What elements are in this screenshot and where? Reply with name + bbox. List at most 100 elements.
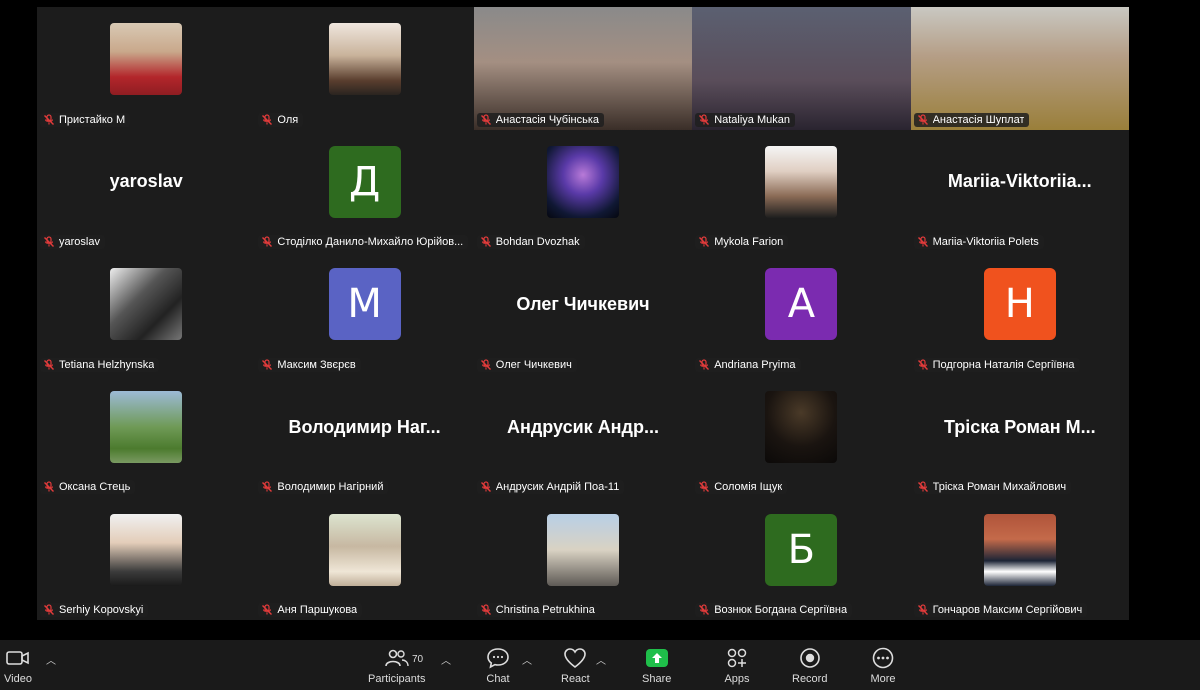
chat-options-caret-icon[interactable]: ︿	[522, 652, 532, 667]
name-label-bar: Andriana Pryima	[695, 357, 801, 372]
profile-photo	[110, 23, 183, 96]
tile-content: Б	[692, 497, 910, 602]
participant-tile[interactable]: yaroslav yaroslav	[37, 129, 256, 253]
name-label-bar: Соломія Іщук	[695, 480, 788, 495]
display-name-large: Володимир Наг...	[288, 416, 441, 437]
profile-photo	[110, 268, 183, 341]
mic-muted-icon	[261, 113, 273, 126]
profile-photo	[328, 23, 401, 96]
profile-photo	[765, 145, 838, 218]
name-label-bar: Serhiy Kopovskyi	[40, 602, 149, 617]
people-icon	[384, 646, 410, 670]
chat-button[interactable]: Chat	[485, 646, 511, 685]
tile-content	[911, 497, 1129, 602]
participant-name: Анастасія Чубінська	[495, 113, 599, 126]
participant-tile[interactable]: Оксана Стець	[37, 374, 256, 498]
name-label-bar: Гончаров Максим Сергійович	[913, 602, 1088, 617]
participant-tile[interactable]: Андрусик Андр... Андрусик Андрій Поа-11	[473, 374, 693, 498]
mic-muted-icon	[43, 113, 55, 126]
tile-content: M	[255, 252, 473, 357]
mic-muted-icon	[480, 359, 492, 371]
participant-tile[interactable]: Соломія Іщук	[692, 374, 911, 498]
participant-name: Пристайко М	[59, 113, 126, 126]
tile-content	[692, 7, 910, 112]
video-options-caret-icon[interactable]: ︿	[46, 652, 56, 667]
meeting-toolbar: Video ︿ Participants 70 ︿ Chat ︿ React ︿…	[0, 640, 1200, 690]
tile-content: Олег Чичкевич	[474, 252, 692, 357]
participant-tile[interactable]: Пристайко М	[37, 7, 256, 130]
name-label-bar: Тріска Роман Михайлович	[913, 480, 1072, 495]
participant-tile[interactable]: Mariia-Viktoriia... Mariia-Viktoriia Pole…	[910, 129, 1129, 253]
participant-name: Christina Petrukhina	[495, 603, 595, 616]
participant-name: Аня Паршукова	[277, 603, 358, 616]
share-screen-icon	[644, 646, 670, 670]
video-camera-icon	[5, 646, 31, 670]
name-label-bar: Mariia-Viktoriia Polets	[913, 235, 1044, 250]
tile-content	[692, 130, 910, 235]
tile-content: yaroslav	[37, 130, 255, 235]
participant-tile[interactable]: Анастасія Шуплат	[910, 7, 1129, 130]
participant-tile[interactable]: M Максим Звєрєв	[255, 252, 474, 375]
participants-button[interactable]: Participants	[368, 646, 425, 685]
name-label-bar: Nataliya Mukan	[695, 112, 796, 127]
tile-content	[37, 497, 255, 602]
name-label-bar: Максим Звєрєв	[258, 357, 361, 372]
participant-name: Tetiana Helzhynska	[59, 358, 155, 371]
mic-muted-icon	[261, 359, 273, 371]
mic-muted-icon	[917, 481, 929, 493]
participant-tile[interactable]: Володимир Наг... Володимир Нагірний	[255, 374, 474, 498]
mic-muted-icon	[698, 113, 710, 126]
mic-muted-icon	[917, 359, 929, 371]
tile-content	[37, 7, 255, 112]
video-label: Video	[4, 673, 32, 685]
participant-name: Nataliya Mukan	[714, 113, 791, 126]
tile-content	[37, 375, 255, 480]
initial-avatar: Н	[983, 268, 1056, 341]
participant-tile[interactable]: Н Подгорна Наталія Сергіївна	[910, 252, 1129, 375]
name-label-bar: Олег Чичкевич	[476, 357, 577, 372]
participant-tile[interactable]: Анастасія Чубінська	[473, 7, 693, 130]
mic-muted-icon	[698, 481, 710, 493]
react-options-caret-icon[interactable]: ︿	[596, 652, 606, 667]
name-label-bar: Tetiana Helzhynska	[40, 357, 160, 372]
gallery-grid: Пристайко М Оля Анастасія Чубінська Nataliy…	[37, 7, 1129, 620]
participant-tile[interactable]: Оля	[255, 7, 474, 130]
meeting-stage: Пристайко М Оля Анастасія Чубінська Nataliy…	[0, 0, 1200, 640]
profile-photo	[110, 513, 183, 586]
participant-tile[interactable]: Bohdan Dvozhak	[473, 129, 693, 253]
mic-muted-icon	[43, 236, 55, 248]
participant-name: Mykola Farion	[714, 236, 784, 249]
name-label-bar: Оксана Стець	[40, 480, 136, 495]
participant-name: Подгорна Наталія Сергіївна	[932, 358, 1075, 371]
react-button[interactable]: React	[561, 646, 590, 685]
mic-muted-icon	[261, 604, 273, 616]
participant-name: Соломія Іщук	[714, 481, 783, 494]
tile-content	[255, 497, 473, 602]
more-label: More	[870, 673, 896, 685]
share-button[interactable]: Share	[642, 646, 671, 685]
participant-tile[interactable]: Nataliya Mukan	[692, 7, 911, 130]
participants-options-caret-icon[interactable]: ︿	[441, 652, 451, 667]
mic-muted-icon	[43, 359, 55, 371]
video-button[interactable]: Video	[4, 646, 32, 685]
participant-tile[interactable]: Tetiana Helzhynska	[37, 252, 256, 375]
name-label-bar: Андрусик Андрій Поа-11	[476, 480, 625, 495]
participant-tile[interactable]: Д Стоділко Данило-Михайло Юрійов...	[255, 129, 474, 253]
participant-tile[interactable]: Аня Паршукова	[255, 497, 474, 620]
participant-tile[interactable]: A Andriana Pryima	[692, 252, 911, 375]
participant-tile[interactable]: Тріска Роман М... Тріска Роман Михайлович	[910, 374, 1129, 498]
mic-muted-icon	[480, 113, 492, 126]
mic-muted-icon	[917, 604, 929, 616]
participant-tile[interactable]: Олег Чичкевич Олег Чичкевич	[473, 252, 693, 375]
participant-tile[interactable]: Christina Petrukhina	[473, 497, 693, 620]
record-button[interactable]: Record	[792, 646, 827, 685]
participant-tile[interactable]: Б Вознюк Богдана Сергіївна	[692, 497, 911, 620]
participant-tile[interactable]: Serhiy Kopovskyi	[37, 497, 256, 620]
participant-tile[interactable]: Mykola Farion	[692, 129, 911, 253]
more-button[interactable]: More	[870, 646, 896, 685]
participant-name: Гончаров Максим Сергійович	[932, 603, 1083, 616]
tile-content: Володимир Наг...	[255, 375, 473, 480]
tile-content: Д	[255, 130, 473, 235]
apps-button[interactable]: Apps	[724, 646, 750, 685]
participant-tile[interactable]: Гончаров Максим Сергійович	[910, 497, 1129, 620]
